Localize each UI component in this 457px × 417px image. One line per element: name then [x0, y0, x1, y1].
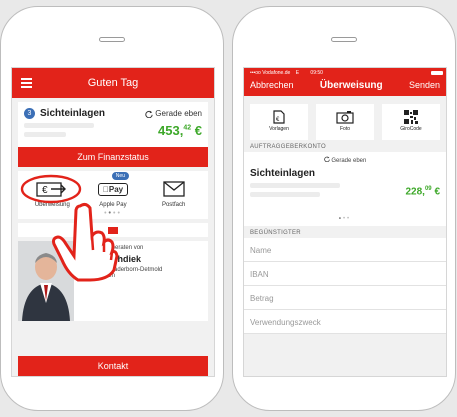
battery-icon: [431, 71, 443, 75]
iban-field[interactable]: IBAN: [244, 262, 446, 286]
amount-field[interactable]: Betrag: [244, 286, 446, 310]
sender-page-indicator: •••: [338, 216, 352, 222]
name-field[interactable]: Name: [244, 238, 446, 262]
phone-right: •••oo Vodafone.de E 09:50 Abbrechen Über…: [232, 6, 456, 411]
tile-photo-label: Foto: [339, 126, 350, 132]
account-details-blurred: [24, 123, 94, 141]
header-title: Guten Tag: [87, 77, 139, 89]
status-bar: •••oo Vodafone.de E 09:50: [244, 68, 446, 78]
mailbox-shortcut[interactable]: Postfach: [146, 179, 202, 208]
account-number-badge: 3: [24, 108, 35, 119]
speaker-slot: [99, 37, 125, 42]
contact-button[interactable]: Kontakt: [18, 356, 208, 376]
tile-templates-label: Vorlagen: [269, 126, 289, 132]
sender-account-name: Sichteinlagen: [250, 168, 316, 179]
tile-girocode[interactable]: GiroCode: [382, 104, 440, 140]
refresh-label: Gerade eben: [155, 109, 202, 118]
sender-refresh-label: Gerade eben: [331, 158, 367, 164]
send-button[interactable]: Senden: [409, 80, 440, 90]
account-card[interactable]: 3 Sichteinlagen Gerade eben 453,42 € Zum…: [18, 102, 208, 167]
mailbox-label: Postfach: [161, 202, 186, 208]
apple-pay-logo-text: Pay: [105, 184, 123, 194]
balance-currency: €: [194, 123, 202, 138]
finance-status-button[interactable]: Zum Finanzstatus: [18, 147, 208, 167]
tile-photo[interactable]: Foto: [316, 104, 374, 140]
account-balance: 453,42 €: [158, 123, 202, 138]
new-badge: Neu: [111, 172, 129, 180]
speaker-slot: [331, 37, 357, 42]
phone-left: Guten Tag 3 Sichteinlagen Gerade eben 45…: [0, 6, 224, 411]
refresh-status[interactable]: Gerade eben: [145, 109, 202, 118]
tile-girocode-label: GiroCode: [400, 126, 422, 132]
transfer-options: € Vorlagen Foto GiroCode: [244, 96, 446, 142]
menu-icon[interactable]: [12, 68, 34, 98]
app-header: Guten Tag: [12, 68, 214, 98]
tile-templates[interactable]: € Vorlagen: [250, 104, 308, 140]
sender-balance-currency: €: [434, 186, 440, 198]
balance-main: 453,: [158, 123, 184, 138]
sender-details-blurred: [250, 183, 340, 201]
sender-balance-cents: 09: [424, 186, 432, 193]
refresh-icon: [145, 110, 153, 118]
sender-balance-main: 228,: [405, 186, 425, 198]
camera-icon: [336, 111, 354, 124]
apple-pay-icon: Pay: [97, 182, 129, 196]
screen-transfer: •••oo Vodafone.de E 09:50 Abbrechen Über…: [243, 67, 447, 377]
balance-cents: 42: [183, 124, 192, 132]
svg-text:€: €: [276, 117, 280, 123]
screen-home: Guten Tag 3 Sichteinlagen Gerade eben 45…: [11, 67, 215, 377]
nav-bar: Abbrechen Überweisung Senden: [244, 78, 446, 96]
qr-code-icon: [404, 110, 418, 124]
template-icon: €: [273, 110, 285, 124]
nav-title: Überweisung: [319, 79, 383, 91]
purpose-field[interactable]: Verwendungszweck: [244, 310, 446, 334]
sender-account-card[interactable]: Gerade eben Sichteinlagen 228,09 € •••: [244, 152, 446, 226]
sender-balance: 228,09 €: [406, 186, 441, 197]
section-label-auftraggeber: AUFTRAGGEBERKONTO: [250, 144, 326, 150]
sender-refresh: Gerade eben: [250, 154, 440, 164]
clock: 09:50: [310, 70, 323, 76]
mail-icon: [162, 181, 185, 197]
account-name: Sichteinlagen: [40, 108, 106, 119]
cancel-button[interactable]: Abbrechen: [250, 80, 294, 90]
network: E: [295, 70, 300, 76]
hand-pointer-icon: [52, 202, 119, 282]
refresh-icon: [323, 156, 330, 163]
section-label-beguenstigter: BEGÜNSTIGTER: [250, 230, 301, 236]
carrier: •••oo Vodafone.de: [250, 70, 291, 76]
